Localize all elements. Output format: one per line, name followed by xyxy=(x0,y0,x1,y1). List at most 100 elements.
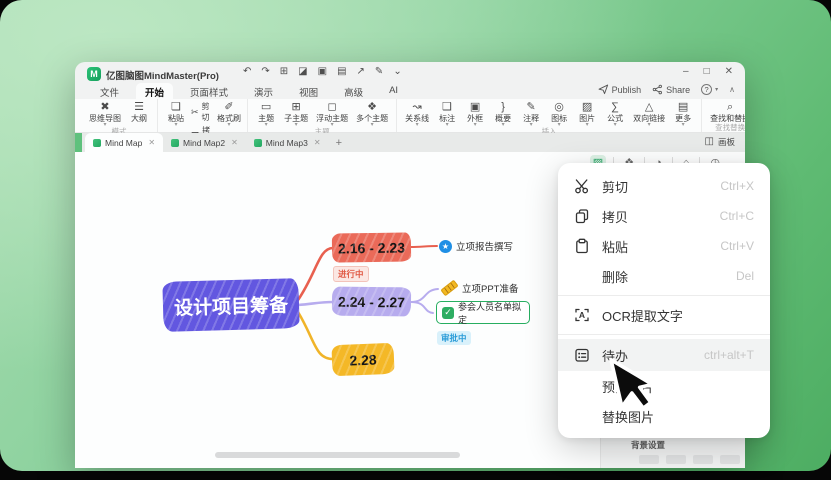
publish-button[interactable]: Publish xyxy=(598,84,642,95)
more-caret-icon[interactable]: ⌄ xyxy=(393,66,401,77)
context-menu-item-label: 粘贴 xyxy=(602,237,628,256)
ribbon-group-items: ⌕查找和替换 xyxy=(707,101,745,123)
branch-topic-3[interactable]: 2.28 xyxy=(331,343,394,376)
cut-icon: ✂ xyxy=(191,108,199,117)
undo-icon[interactable]: ↶ xyxy=(243,66,251,77)
ribbon-group: ▭主题▾⊞子主题▾◻浮动主题▾❖多个主题▾主题 xyxy=(248,99,397,132)
ribbon-toolbar: ✖思维导图▾☰大纲模式❏粘贴▾✂剪切❐拷贝✐格式刷▾剪贴板▭主题▾⊞子主题▾◻浮… xyxy=(75,99,745,133)
ribbon-item[interactable]: ✎注释▾ xyxy=(518,101,544,127)
svg-text:A: A xyxy=(579,310,585,320)
close-tab-icon[interactable]: ✕ xyxy=(148,138,155,147)
context-menu-item-粘贴[interactable]: 粘贴Ctrl+V xyxy=(558,231,770,261)
bg-swatch[interactable] xyxy=(693,455,713,464)
ribbon-item[interactable]: ⊞子主题▾ xyxy=(281,101,311,127)
shortcut-hint: ctrl+alt+T xyxy=(704,348,754,362)
ribbon-item[interactable]: ◎图标▾ xyxy=(546,101,572,127)
ribbon-item[interactable]: ▤更多▾ xyxy=(670,101,696,127)
minimize-button[interactable]: – xyxy=(683,66,689,77)
context-menu-item-预览图片[interactable]: 预览图片 xyxy=(558,371,770,401)
ribbon-item[interactable]: ▭主题▾ xyxy=(253,101,279,127)
context-menu-item-剪切[interactable]: 剪切Ctrl+X xyxy=(558,171,770,201)
context-menu-item-OCR提取文字[interactable]: AOCR提取文字 xyxy=(558,300,770,330)
share-button[interactable]: Share xyxy=(652,84,690,95)
ribbon-item[interactable]: ☰大纲 xyxy=(126,101,152,123)
shortcut-hint: Ctrl+X xyxy=(720,179,754,193)
title-bar: M 亿图脑图MindMaster(Pro) ↶↷⊞◪▣▤↗✎⌄ –□✕ xyxy=(75,62,745,84)
sheet-tab-label: Mind Map3 xyxy=(266,138,308,148)
ribbon-item[interactable]: ∑公式▾ xyxy=(602,101,628,127)
menu-divider xyxy=(558,295,770,296)
horizontal-scrollbar[interactable] xyxy=(215,452,460,458)
subtopic-icon: ⊞ xyxy=(291,101,300,113)
sheet-tab-label: Mind Map xyxy=(105,138,142,148)
close-tab-icon[interactable]: ✕ xyxy=(231,138,238,147)
collapse-ribbon-button[interactable]: ∧ xyxy=(729,85,735,94)
ribbon-item[interactable]: ⌕查找和替换 xyxy=(707,101,745,123)
ribbon-item-label: 大纲 xyxy=(131,114,147,123)
theme-style-icon[interactable]: ◪ xyxy=(298,66,307,77)
todo-icon xyxy=(574,347,590,363)
more-insert-icon: ▤ xyxy=(678,101,688,113)
sheet-tab[interactable]: Mind Map ✕ xyxy=(85,133,163,152)
status-tag-in-progress: 进行中 xyxy=(333,266,369,282)
menu-bar-right: Publish Share ? ▾ ∧ xyxy=(598,84,735,95)
document-tab-bar: Mind Map✕Mind Map2✕Mind Map3✕+ ◫ 画板 xyxy=(75,133,745,152)
ribbon-item[interactable]: ❑标注▾ xyxy=(434,101,460,127)
ribbon-item[interactable]: ✂剪切 xyxy=(191,101,214,123)
sheet-tab[interactable]: Mind Map2✕ xyxy=(163,133,246,152)
ribbon-item[interactable]: ✐格式刷▾ xyxy=(216,101,242,127)
context-menu-item-label: 拷贝 xyxy=(602,207,628,226)
window-controls: – □ ✕ xyxy=(683,66,733,77)
redo-icon[interactable]: ↷ xyxy=(261,66,269,77)
subtopic-ppt[interactable]: 立项PPT准备 xyxy=(441,281,518,295)
subtopic-report[interactable]: ★ 立项报告撰写 xyxy=(439,239,513,253)
ribbon-group-label: 查找替换 xyxy=(707,123,745,132)
background-settings-label: 背景设置 xyxy=(631,439,745,451)
ribbon-item[interactable]: △双向链接▾ xyxy=(630,101,668,127)
callout-icon: ❑ xyxy=(442,101,452,113)
help-button[interactable]: ? ▾ xyxy=(701,84,718,95)
save-icon[interactable]: ▣ xyxy=(318,66,327,77)
board-panel-toggle[interactable]: ◫ 画板 xyxy=(705,136,735,148)
boundary-icon: ▣ xyxy=(470,101,480,113)
new-document-icon[interactable]: ⊞ xyxy=(280,66,288,77)
branch-topic-2[interactable]: 2.24 - 2.27 xyxy=(332,287,411,317)
ribbon-item[interactable]: ✖思维导图▾ xyxy=(86,101,124,127)
bg-swatch[interactable] xyxy=(666,455,686,464)
print-icon[interactable]: ▤ xyxy=(337,66,346,77)
branch-topic-1[interactable]: 2.16 - 2.23 xyxy=(332,232,411,262)
add-sheet-button[interactable]: + xyxy=(329,133,349,152)
bg-swatch[interactable] xyxy=(639,455,659,464)
help-caret-icon: ▾ xyxy=(715,86,718,93)
checked-checkbox-icon[interactable]: ✓ xyxy=(442,307,454,319)
subtopic-attendees-selected[interactable]: ✓ 参会人员名单拟定 xyxy=(436,301,530,324)
close-tab-icon[interactable]: ✕ xyxy=(314,138,321,147)
marker-icon: ◎ xyxy=(554,101,564,113)
sheet-tab[interactable]: Mind Map3 ✕ xyxy=(246,133,329,152)
context-menu-item-拷贝[interactable]: 拷贝Ctrl+C xyxy=(558,201,770,231)
ribbon-item[interactable]: ❏粘贴▾ xyxy=(163,101,189,127)
ribbon-item[interactable]: ↝关系线▾ xyxy=(402,101,432,127)
central-topic[interactable]: 设计项目筹备 xyxy=(162,278,299,332)
ribbon-item[interactable]: }概要▾ xyxy=(490,101,516,127)
ribbon-item-label: 查找和替换 xyxy=(710,114,745,123)
copy-icon xyxy=(574,208,590,224)
maximize-button[interactable]: □ xyxy=(704,66,710,77)
ribbon-item[interactable]: ▨图片▾ xyxy=(574,101,600,127)
formula-icon: ∑ xyxy=(611,101,619,113)
context-menu-item-待办[interactable]: 待办ctrl+alt+T xyxy=(558,339,770,371)
context-menu-item-删除[interactable]: 删除Del xyxy=(558,261,770,291)
bg-swatch[interactable] xyxy=(720,455,740,464)
menu-divider xyxy=(558,334,770,335)
style-panel-sliver: 背景设置 xyxy=(600,436,745,468)
close-button[interactable]: ✕ xyxy=(725,66,733,77)
ribbon-item[interactable]: ▣外框▾ xyxy=(462,101,488,127)
ribbon-item[interactable]: ◻浮动主题▾ xyxy=(313,101,351,127)
document-icon xyxy=(254,139,262,147)
help-icon: ? xyxy=(701,84,712,95)
status-tag-approving: 审批中 xyxy=(437,331,471,345)
export-icon[interactable]: ↗ xyxy=(357,66,365,77)
ribbon-item[interactable]: ❖多个主题▾ xyxy=(353,101,391,127)
edit-icon[interactable]: ✎ xyxy=(375,66,383,77)
ribbon-group: ❏粘贴▾✂剪切❐拷贝✐格式刷▾剪贴板 xyxy=(158,99,248,132)
